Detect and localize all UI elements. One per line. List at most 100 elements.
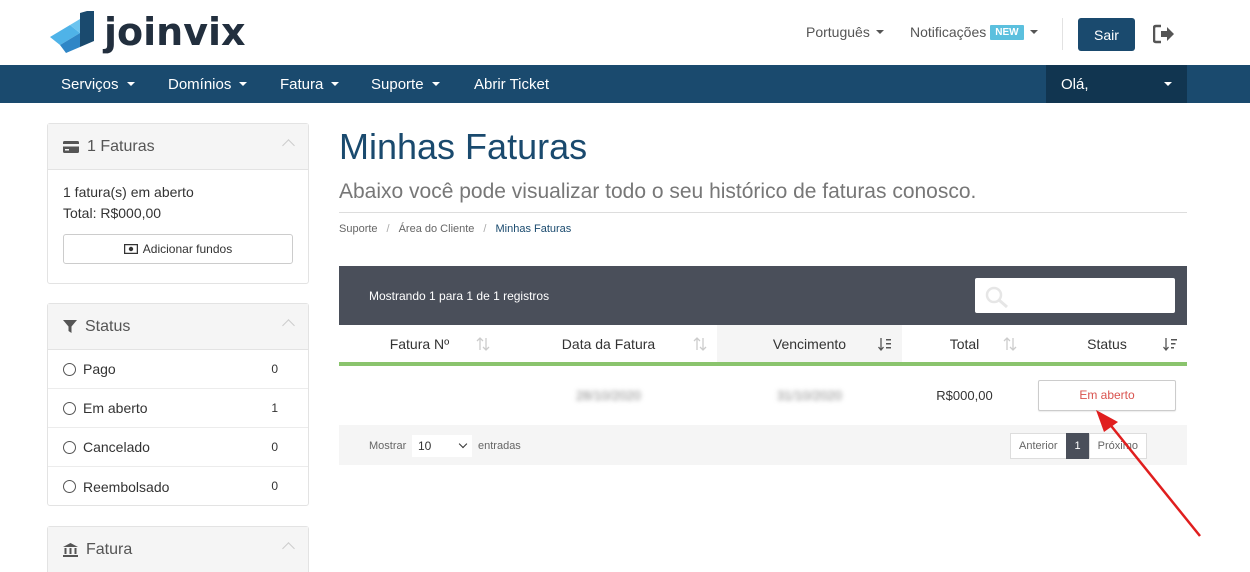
new-badge: NEW — [990, 24, 1024, 40]
radio-icon[interactable] — [63, 480, 76, 493]
notifications-dropdown[interactable]: Notificações NEW — [910, 24, 1038, 40]
nav-billing-label: Fatura — [280, 75, 324, 93]
breadcrumb-separator: / — [386, 223, 390, 235]
logout-button[interactable]: Sair — [1078, 18, 1135, 51]
chevron-up-icon[interactable] — [282, 319, 295, 332]
nav-support-label: Suporte — [371, 75, 424, 93]
invoices-summary: 1 fatura(s) em aberto Total: R$000,00 — [48, 170, 308, 224]
nav-services[interactable]: Serviços — [61, 65, 135, 103]
status-filter-paid[interactable]: Pago 0 — [48, 350, 308, 389]
page-1-button[interactable]: 1 — [1065, 433, 1090, 459]
language-label: Português — [806, 24, 870, 40]
nav-domains-label: Domínios — [168, 75, 232, 93]
sort-icon — [476, 337, 490, 351]
column-label: Status — [1087, 335, 1127, 352]
table-row[interactable]: 28/10/2020 31/10/2020 R$000,00 Em aberto — [339, 366, 1187, 424]
column-total[interactable]: Total — [902, 325, 1027, 366]
billing-panel-header[interactable]: Fatura — [48, 527, 308, 572]
invoices-panel: 1 Faturas 1 fatura(s) em aberto Total: R… — [47, 123, 309, 284]
page: joinvix Português Notificações NEW Sair … — [0, 0, 1250, 572]
brand-logo[interactable]: joinvix — [50, 8, 246, 56]
invoices-panel-title: 1 Faturas — [87, 137, 155, 155]
breadcrumb-separator: / — [483, 223, 487, 235]
prev-page-button[interactable]: Anterior — [1010, 433, 1067, 459]
breadcrumb-support[interactable]: Suporte — [339, 223, 378, 235]
sort-ascending-icon — [878, 338, 891, 351]
nav-support[interactable]: Suporte — [371, 65, 440, 103]
cell-invoice-number[interactable] — [339, 366, 500, 424]
column-invoice-date[interactable]: Data da Fatura — [500, 325, 717, 366]
user-menu[interactable]: Olá, — [1046, 65, 1187, 103]
status-filter-label: Em aberto — [83, 400, 148, 416]
add-funds-label: Adicionar fundos — [142, 242, 233, 256]
column-label: Data da Fatura — [561, 335, 656, 352]
nav-billing[interactable]: Fatura — [280, 65, 340, 103]
page-size-select[interactable]: 10 — [412, 435, 472, 457]
status-panel-title: Status — [85, 317, 131, 335]
chevron-up-icon[interactable] — [282, 542, 295, 555]
add-funds-button[interactable]: Adicionar fundos — [63, 234, 293, 264]
language-dropdown[interactable]: Português — [806, 24, 884, 40]
status-panel: Status Pago 0 Em aberto 1 Cancelado 0 Re… — [47, 303, 309, 506]
breadcrumb: Suporte / Área do Cliente / Minhas Fatur… — [339, 223, 571, 235]
nav-open-ticket[interactable]: Abrir Ticket — [474, 65, 549, 103]
column-invoice-number[interactable]: Fatura Nº — [339, 325, 500, 366]
notifications-label: Notificações — [910, 24, 987, 40]
column-label: Vencimento — [772, 335, 847, 352]
bank-icon — [63, 542, 78, 557]
filter-icon — [63, 319, 77, 333]
entries-label: entradas — [478, 440, 521, 452]
chevron-down-icon — [458, 439, 468, 449]
column-due-date[interactable]: Vencimento — [717, 325, 902, 366]
page-subtitle: Abaixo você pode visualizar todo o seu h… — [339, 180, 977, 203]
status-panel-header[interactable]: Status — [48, 304, 308, 350]
search-icon — [985, 286, 1008, 308]
status-badge[interactable]: Em aberto — [1038, 379, 1176, 411]
radio-icon[interactable] — [63, 440, 76, 454]
status-filter-label: Pago — [83, 361, 116, 377]
logout-icon[interactable] — [1153, 24, 1175, 44]
status-filter-label: Cancelado — [83, 439, 150, 455]
page-size-value: 10 — [418, 439, 432, 453]
search-input[interactable] — [975, 278, 1175, 313]
table-header: Fatura Nº Data da Fatura Vencimento Tota… — [339, 325, 1187, 366]
nav-domains[interactable]: Domínios — [168, 65, 248, 103]
caret-down-icon — [239, 82, 248, 86]
table-toolbar: Mostrando 1 para 1 de 1 registros — [339, 266, 1187, 325]
status-count: 0 — [271, 362, 278, 376]
table-footer: Mostrar 10 entradas Anterior 1 Próximo — [339, 425, 1187, 465]
column-label: Fatura Nº — [389, 335, 450, 352]
status-count: 0 — [271, 440, 278, 454]
total-text: Total: R$000,00 — [63, 205, 162, 221]
sort-descending-icon — [1163, 338, 1177, 351]
breadcrumb-client-area[interactable]: Área do Cliente — [399, 223, 475, 235]
radio-icon[interactable] — [63, 401, 76, 415]
sort-icon — [1003, 337, 1017, 351]
caret-down-icon — [431, 82, 440, 86]
caret-down-icon — [331, 82, 340, 86]
cell-due-date: 31/10/2020 — [776, 387, 843, 403]
invoices-panel-header[interactable]: 1 Faturas — [48, 124, 308, 170]
radio-icon[interactable] — [63, 362, 76, 376]
show-label: Mostrar — [369, 440, 407, 452]
status-filter-refunded[interactable]: Reembolsado 0 — [48, 467, 308, 506]
column-status[interactable]: Status — [1027, 325, 1187, 366]
chevron-up-icon[interactable] — [282, 139, 295, 152]
breadcrumb-current: Minhas Faturas — [495, 223, 572, 235]
cell-total: R$000,00 — [936, 387, 993, 403]
title-divider — [339, 212, 1187, 213]
caret-down-icon — [1029, 30, 1038, 34]
brand-name: joinvix — [104, 10, 246, 54]
annotation-arrow-icon — [1096, 410, 1201, 537]
status-filter-cancelled[interactable]: Cancelado 0 — [48, 428, 308, 467]
open-invoices-text: 1 fatura(s) em aberto — [63, 184, 194, 200]
status-filter-label: Reembolsado — [83, 478, 170, 495]
nav-open-ticket-label: Abrir Ticket — [474, 75, 550, 93]
cell-invoice-date: 28/10/2020 — [575, 387, 642, 403]
billing-panel-title: Fatura — [86, 540, 133, 558]
money-icon — [123, 244, 138, 254]
sort-icon — [693, 337, 707, 351]
status-count: 1 — [271, 401, 278, 415]
page-title: Minhas Faturas — [339, 126, 588, 167]
status-filter-open[interactable]: Em aberto 1 — [48, 389, 308, 428]
